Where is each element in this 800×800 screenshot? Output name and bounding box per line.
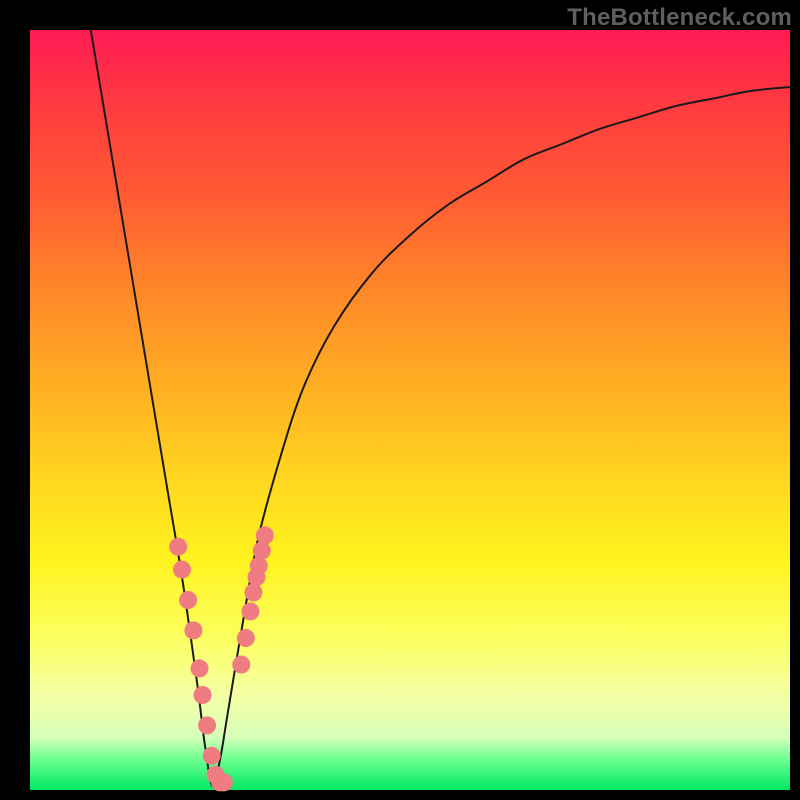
sample-marker — [232, 656, 250, 674]
sample-marker — [173, 561, 191, 579]
sample-marker — [253, 542, 271, 560]
sample-marker — [244, 583, 262, 601]
sample-marker — [179, 591, 197, 609]
watermark-text: TheBottleneck.com — [567, 4, 792, 32]
sample-marker — [250, 557, 268, 575]
sample-marker — [169, 538, 187, 556]
chart-overlay — [30, 30, 790, 790]
sample-marker — [198, 716, 216, 734]
plot-area — [30, 30, 790, 790]
sample-marker — [194, 686, 212, 704]
sample-marker — [241, 602, 259, 620]
chart-stage: TheBottleneck.com — [0, 0, 800, 800]
sample-marker — [184, 621, 202, 639]
sample-marker — [190, 659, 208, 677]
sample-marker — [203, 747, 221, 765]
sample-marker — [237, 629, 255, 647]
sample-marker — [256, 526, 274, 544]
sample-marker — [215, 773, 233, 791]
